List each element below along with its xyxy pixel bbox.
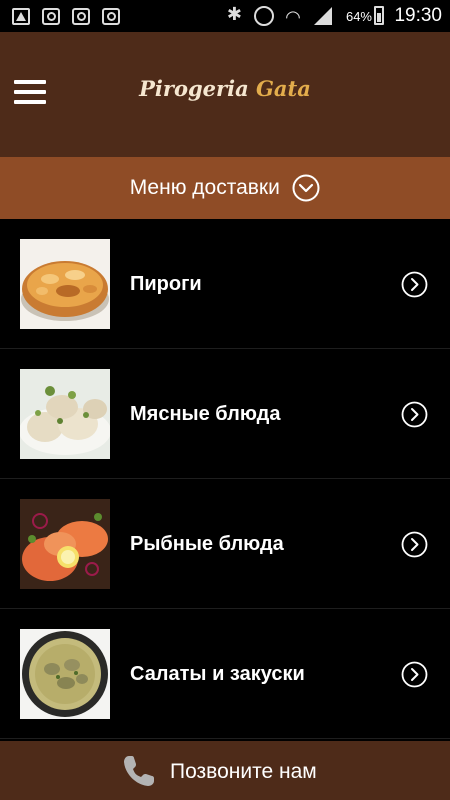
fish-photo	[20, 499, 110, 589]
call-us-label: Позвоните нам	[170, 760, 317, 783]
category-item-meat[interactable]: Мясные блюда	[0, 349, 450, 479]
logo-text-accent: Gata	[256, 76, 311, 101]
app-logo: Pirogeria Gata	[0, 76, 450, 101]
battery-percent: 64%	[345, 9, 372, 24]
call-us-button[interactable]: Позвоните нам	[0, 741, 450, 800]
signal-icon	[314, 7, 332, 25]
battery-icon	[374, 6, 384, 25]
gallery-notification-icon	[12, 8, 30, 25]
category-label: Рыбные блюда	[130, 533, 284, 555]
delivery-menu-label: Меню доставки	[129, 176, 280, 199]
pie-photo	[20, 239, 110, 329]
app-notification-icon	[102, 8, 120, 25]
soup-photo	[20, 629, 110, 719]
category-label: Пироги	[130, 273, 202, 295]
app-header: Pirogeria Gata	[0, 32, 450, 157]
clock: 19:30	[394, 5, 442, 26]
chevron-down-circle-icon	[292, 174, 320, 202]
app-notification-icon	[42, 8, 60, 25]
logo-text-primary: Pirogeria	[139, 76, 249, 101]
app-notification-icon	[72, 8, 90, 25]
category-item-fish[interactable]: Рыбные блюда	[0, 479, 450, 609]
phone-icon	[124, 756, 154, 786]
category-list: Пироги Мясные блюда Рыбные блюда Салаты …	[0, 219, 450, 741]
category-item-salads[interactable]: Салаты и закуски	[0, 609, 450, 739]
bluetooth-icon: ✱	[226, 4, 242, 24]
chevron-right-circle-icon[interactable]	[401, 531, 428, 558]
alarm-icon	[254, 6, 274, 26]
chevron-right-circle-icon[interactable]	[401, 661, 428, 688]
chevron-right-circle-icon[interactable]	[401, 271, 428, 298]
status-bar: ✱ ◠ 64% 19:30	[0, 0, 450, 32]
category-item-pies[interactable]: Пироги	[0, 219, 450, 349]
wifi-icon: ◠	[285, 7, 301, 27]
delivery-menu-dropdown[interactable]: Меню доставки	[0, 157, 450, 219]
category-label: Мясные блюда	[130, 403, 281, 425]
category-label: Салаты и закуски	[130, 663, 305, 685]
chevron-right-circle-icon[interactable]	[401, 401, 428, 428]
dumplings-photo	[20, 369, 110, 459]
